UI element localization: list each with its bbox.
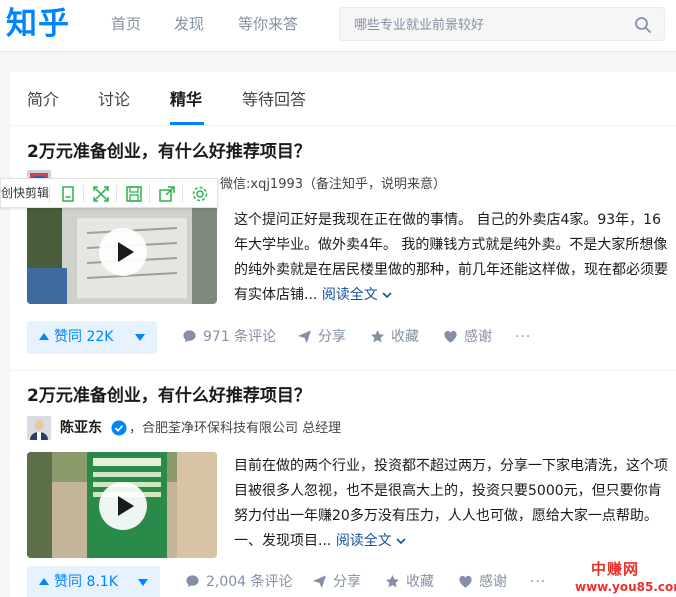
clip-toolbar: 创快剪辑: [0, 178, 218, 208]
share-out-icon[interactable]: [156, 183, 178, 205]
comments-button[interactable]: 971 条评论: [182, 321, 276, 354]
upvote-label: 赞同 8.1K: [54, 574, 118, 590]
thanks-label: 感谢: [479, 574, 507, 590]
upvote-icon: [39, 578, 49, 585]
toolbar-separator: [83, 185, 84, 203]
watermark-url: www.you85.com: [575, 580, 676, 594]
excerpt-text: 目前在做的两个行业，投资都不超过两万，分享一下家电清洗，这个项目被很多人忽视，也…: [234, 458, 668, 549]
video-thumbnail[interactable]: [27, 452, 217, 558]
excerpt-text: 这个提问正好是我现在正在做的事情。 自己的外卖店4家。93年，16年大学毕业。做…: [234, 212, 668, 303]
tab-bar: 简介 讨论 精华 等待回答: [10, 72, 676, 126]
downvote-icon: [138, 579, 148, 586]
comments-button[interactable]: 2,004 条评论: [185, 566, 293, 597]
share-icon: [312, 575, 327, 589]
tab-intro[interactable]: 简介: [27, 89, 59, 111]
upvote-label: 赞同 22K: [54, 329, 114, 345]
heart-icon: [459, 575, 472, 588]
share-label: 分享: [318, 329, 346, 345]
favorite-button[interactable]: 收藏: [385, 566, 434, 597]
upvote-button[interactable]: 赞同 22K: [27, 321, 126, 354]
read-more-link[interactable]: 阅读全文: [322, 287, 392, 303]
comments-label: 971 条评论: [203, 329, 277, 345]
play-icon: [118, 242, 134, 262]
video-thumbnail[interactable]: [27, 198, 217, 304]
nav-explore[interactable]: 发现: [174, 14, 204, 34]
active-tab-indicator: [170, 122, 204, 125]
more-options-button[interactable]: ···: [530, 566, 546, 597]
search-icon[interactable]: [634, 16, 652, 34]
comment-icon: [186, 575, 199, 588]
gear-icon[interactable]: [189, 183, 211, 205]
favorite-label: 收藏: [406, 574, 434, 590]
star-icon: [385, 574, 400, 588]
expand-icon[interactable]: [90, 183, 112, 205]
top-navigation-bar: 知乎 首页 发现 等你来答: [0, 0, 676, 52]
downvote-button[interactable]: [127, 566, 160, 597]
toolbar-separator: [182, 185, 183, 203]
share-label: 分享: [333, 574, 361, 590]
star-icon: [370, 329, 385, 343]
zhihu-logo[interactable]: 知乎: [6, 4, 70, 44]
tab-featured[interactable]: 精华: [170, 89, 202, 111]
question-list-card: 简介 讨论 精华 等待回答 2万元准备创业，有什么好推荐项目？ 微信:xqj19…: [10, 72, 676, 597]
tab-discussion[interactable]: 讨论: [98, 89, 130, 111]
verified-badge-icon: [111, 420, 127, 436]
share-button[interactable]: 分享: [312, 566, 361, 597]
chevron-down-icon: [382, 292, 392, 299]
downvote-icon: [135, 334, 145, 341]
author-name[interactable]: 陈亚东: [60, 418, 102, 438]
question-title[interactable]: 2万元准备创业，有什么好推荐项目？: [27, 140, 311, 164]
answer-excerpt[interactable]: 目前在做的两个行业，投资都不超过两万，分享一下家电清洗，这个项目被很多人忽视，也…: [234, 454, 674, 554]
document-icon[interactable]: [57, 183, 79, 205]
watermark-site-name: 中赚网: [591, 560, 640, 578]
share-icon: [297, 330, 312, 344]
read-more-link[interactable]: 阅读全文: [336, 533, 406, 549]
answer-divider: [10, 370, 676, 371]
thanks-label: 感谢: [464, 329, 492, 345]
clip-toolbar-label: 创快剪辑: [1, 186, 50, 200]
read-more-label: 阅读全文: [321, 287, 378, 303]
question-title[interactable]: 2万元准备创业，有什么好推荐项目？: [27, 384, 311, 408]
comments-label: 2,004 条评论: [206, 574, 293, 590]
read-more-label: 阅读全文: [335, 533, 392, 549]
heart-icon: [444, 330, 457, 343]
play-button[interactable]: [99, 228, 147, 276]
thanks-button[interactable]: 感谢: [458, 566, 507, 597]
search-box: [339, 7, 665, 41]
nav-waiting-answers[interactable]: 等你来答: [238, 14, 298, 34]
toolbar-separator: [149, 185, 150, 203]
author-bio: 微信:xqj1993（备注知乎，说明来意）: [220, 177, 447, 192]
thanks-button[interactable]: 感谢: [443, 321, 492, 354]
search-input[interactable]: [354, 15, 634, 35]
avatar[interactable]: [27, 416, 51, 440]
upvote-button[interactable]: 赞同 8.1K: [27, 566, 130, 597]
comment-icon: [183, 330, 196, 343]
chevron-down-icon: [396, 538, 406, 545]
favorite-label: 收藏: [391, 329, 419, 345]
tab-waiting-answer[interactable]: 等待回答: [242, 89, 306, 111]
play-icon: [118, 496, 134, 516]
save-icon[interactable]: [123, 183, 145, 205]
toolbar-separator: [49, 185, 50, 203]
author-bio: ，合肥荃净环保科技有限公司 总经理: [129, 421, 342, 436]
answer-excerpt[interactable]: 这个提问正好是我现在正在做的事情。 自己的外卖店4家。93年，16年大学毕业。做…: [234, 208, 674, 308]
downvote-button[interactable]: [124, 321, 157, 354]
answer-actions: 赞同 22K 971 条评论 分享 收藏 感谢 ···: [27, 321, 667, 354]
favorite-button[interactable]: 收藏: [370, 321, 419, 354]
play-button[interactable]: [99, 482, 147, 530]
share-button[interactable]: 分享: [297, 321, 346, 354]
more-options-button[interactable]: ···: [515, 321, 531, 354]
nav-home[interactable]: 首页: [111, 14, 141, 34]
toolbar-separator: [116, 185, 117, 203]
upvote-icon: [39, 333, 49, 340]
